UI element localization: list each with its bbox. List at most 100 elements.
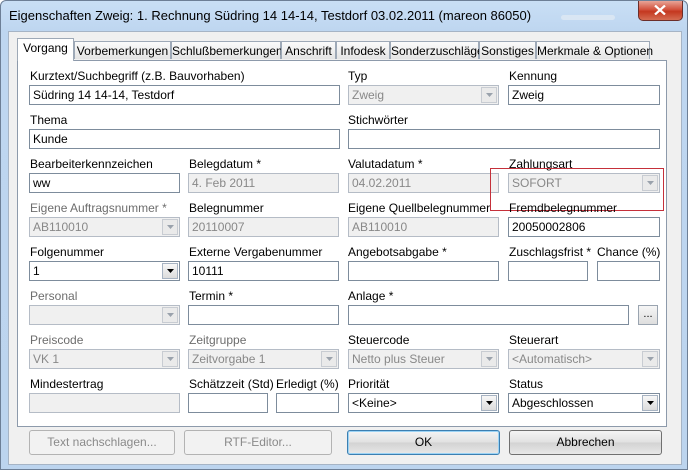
kennung-input[interactable]: Zweig xyxy=(508,85,660,105)
chevron-down-icon xyxy=(486,401,493,405)
folgenummer-select[interactable]: 1 xyxy=(29,261,180,281)
preiscode-dropdown-arrow xyxy=(162,351,178,367)
title-blur xyxy=(561,15,615,20)
typ-label: Typ xyxy=(348,69,368,83)
folgenummer-dropdown-arrow[interactable] xyxy=(162,263,178,279)
status-dropdown-arrow[interactable] xyxy=(642,395,658,411)
chevron-down-icon xyxy=(647,357,654,361)
steuerart-value: <Automatisch> xyxy=(512,352,593,366)
chance-label: Chance (%) xyxy=(597,245,661,259)
status-value: Abgeschlossen xyxy=(512,396,594,410)
belegnummer-label: Belegnummer xyxy=(189,201,264,215)
ok-button[interactable]: OK xyxy=(347,430,500,455)
chevron-down-icon xyxy=(167,225,174,229)
steuerart-label: Steuerart xyxy=(509,333,559,347)
erledigt-input[interactable] xyxy=(276,393,339,413)
steuercode-value: Netto plus Steuer xyxy=(352,352,445,366)
termin-input[interactable] xyxy=(188,305,339,325)
angebotsabgabe-input[interactable] xyxy=(348,261,499,281)
kurztext-label: Kurztext/Suchbegriff (z.B. Bauvorhaben) xyxy=(30,69,245,83)
title-bar[interactable]: Eigenschaften Zweig: 1. Rechnung Südring… xyxy=(1,1,687,31)
prioritaet-value: <Keine> xyxy=(352,396,397,410)
belegdatum-input: 4. Feb 2011 xyxy=(188,173,339,193)
schaetzzeit-input[interactable] xyxy=(188,393,268,413)
vergabenummer-input[interactable]: 10111 xyxy=(188,261,339,281)
status-select[interactable]: Abgeschlossen xyxy=(508,393,660,413)
personal-select xyxy=(29,305,180,325)
tab-merkmale-optionen[interactable]: Merkmale & Optionen xyxy=(536,41,653,59)
tab-vorbemerkungen[interactable]: Vorbemerkungen xyxy=(74,41,171,59)
prioritaet-label: Priorität xyxy=(348,377,390,391)
tab-sonderzuschlaege[interactable]: Sonderzuschläge xyxy=(390,41,484,59)
tab-sonstiges[interactable]: Sonstiges xyxy=(479,41,536,59)
mindestertrag-label: Mindestertrag xyxy=(30,377,104,391)
chevron-down-icon xyxy=(486,93,493,97)
folgenummer-label: Folgenummer xyxy=(30,245,105,259)
dialog-window: Eigenschaften Zweig: 1. Rechnung Südring… xyxy=(0,0,688,470)
auftragsnummer-value: AB110010 xyxy=(33,220,89,234)
belegnummer-input: 20110007 xyxy=(188,217,339,237)
chance-input[interactable] xyxy=(597,261,660,281)
stichwoerter-input[interactable] xyxy=(348,129,660,149)
steuercode-select: Netto plus Steuer xyxy=(348,349,499,369)
chevron-down-icon xyxy=(167,357,174,361)
thema-label: Thema xyxy=(30,113,68,127)
kennung-label: Kennung xyxy=(509,69,558,83)
tab-schlussbemerkungen[interactable]: Schlußbemerkungen xyxy=(171,41,283,59)
tab-infodesk[interactable]: Infodesk xyxy=(336,41,390,59)
zeitgruppe-dropdown-arrow xyxy=(321,351,337,367)
fremdbeleg-input[interactable]: 20050002806 xyxy=(508,217,660,237)
window-title: Eigenschaften Zweig: 1. Rechnung Südring… xyxy=(9,8,532,23)
tab-panel-vorgang xyxy=(17,60,667,427)
schaetzzeit-label: Schätzzeit (Std) xyxy=(189,377,274,391)
anlage-label: Anlage * xyxy=(348,289,394,303)
stichwoerter-label: Stichwörter xyxy=(348,113,409,127)
cancel-button[interactable]: Abbrechen xyxy=(509,430,662,455)
erledigt-label: Erledigt (%) xyxy=(276,377,339,391)
zeitgruppe-value: Zeitvorgabe 1 xyxy=(192,352,266,366)
tab-anschrift[interactable]: Anschrift xyxy=(281,41,336,59)
thema-input[interactable]: Kunde xyxy=(29,129,340,149)
steuerart-select: <Automatisch> xyxy=(508,349,660,369)
preiscode-value: VK 1 xyxy=(33,352,60,366)
rtf-editor-button[interactable]: RTF-Editor... xyxy=(184,430,332,455)
zeitgruppe-select: Zeitvorgabe 1 xyxy=(188,349,339,369)
zuschlagsfrist-input[interactable] xyxy=(508,261,588,281)
personal-dropdown-arrow xyxy=(162,307,178,323)
close-icon xyxy=(654,5,666,15)
valutadatum-input: 04.02.2011 xyxy=(348,173,499,193)
zuschlagsfrist-label: Zuschlagsfrist * xyxy=(509,245,592,259)
vergabenummer-label: Externe Vergabenummer xyxy=(189,245,323,259)
chevron-down-icon xyxy=(326,357,333,361)
termin-label: Termin * xyxy=(189,289,234,303)
text-lookup-button[interactable]: Text nachschlagen... xyxy=(29,430,175,455)
chevron-down-icon xyxy=(167,269,174,273)
auftragsnummer-dropdown-arrow xyxy=(162,219,178,235)
prioritaet-select[interactable]: <Keine> xyxy=(348,393,499,413)
typ-dropdown-arrow xyxy=(481,87,497,103)
tab-vorgang[interactable]: Vorgang xyxy=(17,38,74,61)
typ-value: Zweig xyxy=(352,88,385,102)
steuerart-dropdown-arrow xyxy=(642,351,658,367)
prioritaet-dropdown-arrow[interactable] xyxy=(481,395,497,411)
zeitgruppe-label: Zeitgruppe xyxy=(189,333,247,347)
chevron-down-icon xyxy=(167,313,174,317)
steuercode-dropdown-arrow xyxy=(481,351,497,367)
quellbeleg-input: AB110010 xyxy=(348,217,499,237)
auftragsnummer-label: Eigene Auftragsnummer * xyxy=(30,201,167,215)
auftragsnummer-select: AB110010 xyxy=(29,217,180,237)
chevron-down-icon xyxy=(486,357,493,361)
angebotsabgabe-label: Angebotsabgabe * xyxy=(348,245,447,259)
bearbeiter-input[interactable]: ww xyxy=(29,173,180,193)
anlage-browse-button[interactable]: ... xyxy=(638,305,658,325)
personal-label: Personal xyxy=(30,289,78,303)
belegdatum-label: Belegdatum * xyxy=(189,157,262,171)
mindestertrag-input xyxy=(29,393,180,413)
kurztext-input[interactable]: Südring 14 14-14, Testdorf xyxy=(29,85,340,105)
chevron-down-icon xyxy=(647,401,654,405)
quellbeleg-label: Eigene Quellbelegnummer xyxy=(348,201,491,215)
status-label: Status xyxy=(509,377,544,391)
typ-select: Zweig xyxy=(348,85,499,105)
anlage-input[interactable] xyxy=(348,305,629,325)
close-button[interactable] xyxy=(638,1,683,21)
